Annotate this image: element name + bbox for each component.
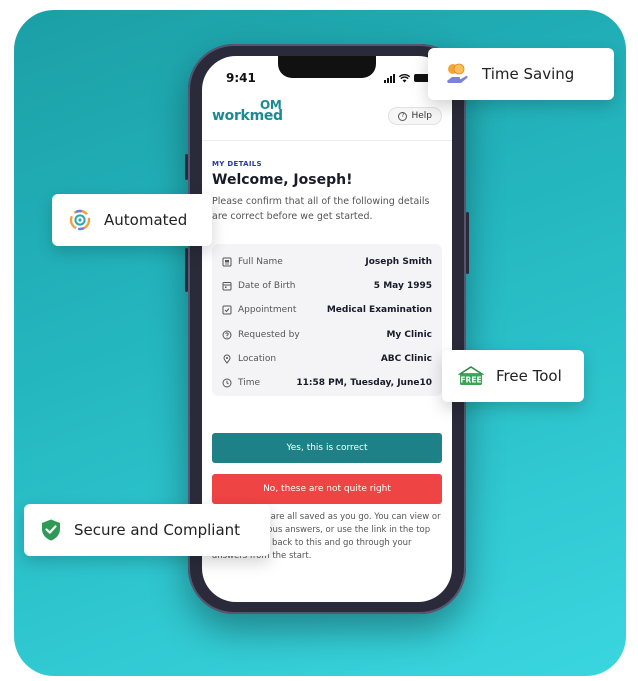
free-tool-badge: FREE Free Tool xyxy=(442,350,584,402)
detail-row: Location ABC Clinic xyxy=(222,347,432,371)
status-time: 9:41 xyxy=(226,71,256,85)
confirm-button[interactable]: Yes, this is correct xyxy=(212,433,442,463)
question-circle-icon xyxy=(222,330,232,340)
detail-value: My Clinic xyxy=(386,329,432,340)
detail-value: 5 May 1995 xyxy=(373,281,432,292)
reject-button[interactable]: No, these are not quite right xyxy=(212,474,442,504)
status-bar: 9:41 xyxy=(226,70,430,86)
detail-row: Date of Birth 5 May 1995 xyxy=(222,274,432,298)
id-card-icon xyxy=(222,257,232,267)
details-panel: Full Name Joseph Smith Date of Birth 5 M… xyxy=(212,244,442,396)
location-pin-icon xyxy=(222,354,232,364)
intro-text: Please confirm that all of the following… xyxy=(212,196,430,222)
section-label: MY DETAILS xyxy=(212,160,262,168)
detail-label: Location xyxy=(238,353,277,364)
detail-value: 11:58 PM, Tuesday, June10 xyxy=(296,378,432,389)
automated-badge: Automated xyxy=(52,194,212,246)
detail-value: Medical Examination xyxy=(326,305,432,316)
detail-value: ABC Clinic xyxy=(380,353,432,364)
status-icons xyxy=(384,73,430,83)
free-tool-label: Free Tool xyxy=(496,367,562,385)
header-divider xyxy=(202,140,452,141)
workmed-logo[interactable]: workmed OM xyxy=(212,98,283,124)
hero-card: 9:41 workmed OM ? Help MY DETAILS Welcom… xyxy=(14,10,626,676)
coins-hand-icon xyxy=(447,63,468,83)
wifi-icon xyxy=(399,73,410,82)
detail-row: Time 11:58 PM, Tuesday, June10 xyxy=(222,371,432,395)
phone-power-button xyxy=(466,212,469,274)
secure-label: Secure and Compliant xyxy=(74,521,241,539)
detail-label: Date of Birth xyxy=(238,281,296,292)
signal-icon xyxy=(384,73,395,83)
logo-mark: OM xyxy=(260,98,282,112)
detail-label: Full Name xyxy=(238,257,283,268)
help-button[interactable]: ? Help xyxy=(388,107,442,125)
detail-label: Time xyxy=(238,378,261,389)
phone-mute-switch xyxy=(185,154,188,180)
secure-compliant-badge: Secure and Compliant xyxy=(24,504,270,556)
detail-label: Requested by xyxy=(238,329,300,340)
detail-value: Joseph Smith xyxy=(365,257,432,268)
free-tag-text: FREE xyxy=(460,376,481,385)
automated-label: Automated xyxy=(104,211,188,229)
detail-row: Full Name Joseph Smith xyxy=(222,250,432,274)
shield-check-icon xyxy=(42,519,60,541)
automation-gear-icon xyxy=(69,209,91,231)
time-saving-badge: Time Saving xyxy=(428,48,614,100)
help-icon: ? xyxy=(398,111,408,121)
phone-volume-down xyxy=(185,248,188,292)
time-saving-label: Time Saving xyxy=(482,65,575,83)
help-label: Help xyxy=(411,111,432,121)
clock-icon xyxy=(222,378,232,388)
welcome-heading: Welcome, Joseph! xyxy=(212,172,353,188)
calendar-icon xyxy=(222,281,232,291)
detail-row: Appointment Medical Examination xyxy=(222,298,432,322)
detail-label: Appointment xyxy=(238,305,297,316)
app-header: workmed OM ? Help xyxy=(212,98,442,130)
detail-row: Requested by My Clinic xyxy=(222,323,432,347)
free-tag-icon: FREE xyxy=(458,366,484,385)
checkbox-icon xyxy=(222,305,232,315)
